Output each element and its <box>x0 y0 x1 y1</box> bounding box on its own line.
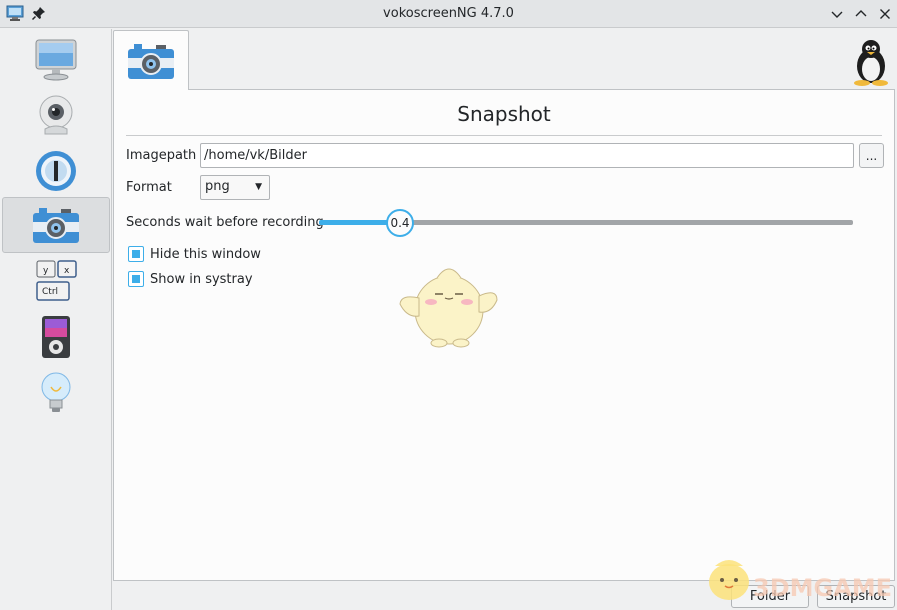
imagepath-input[interactable] <box>200 143 854 168</box>
monitor-icon <box>35 39 77 81</box>
hide-window-checkbox[interactable] <box>128 246 144 262</box>
camera-icon <box>33 208 79 243</box>
sidebar-item-media[interactable] <box>2 309 110 365</box>
hide-window-label[interactable]: Hide this window <box>150 247 261 262</box>
sidebar-item-keys[interactable]: y x Ctrl <box>2 253 110 309</box>
sidebar-item-player[interactable] <box>2 143 110 199</box>
svg-text:Ctrl: Ctrl <box>42 287 58 297</box>
svg-text:y: y <box>43 266 49 276</box>
sidebar: y x Ctrl <box>0 29 112 610</box>
minimize-icon[interactable] <box>829 6 845 22</box>
tab-snapshot[interactable] <box>113 30 189 90</box>
keyboard-keys-icon: y x Ctrl <box>36 260 77 301</box>
page-title: Snapshot <box>457 102 551 126</box>
webcam-icon <box>39 95 73 135</box>
dropdown-arrow-icon: ▼ <box>255 182 262 192</box>
sidebar-item-info[interactable] <box>2 365 110 421</box>
lightbulb-icon <box>41 372 71 412</box>
window-title: vokoscreenNG 4.7.0 <box>383 6 514 21</box>
tux-logo-icon <box>854 40 888 86</box>
wait-label: Seconds wait before recording <box>126 215 324 230</box>
imagepath-label: Imagepath <box>126 148 197 163</box>
format-label: Format <box>126 180 172 195</box>
folder-button[interactable]: Folder <box>731 585 809 608</box>
media-player-icon <box>42 316 70 358</box>
svg-text:x: x <box>64 266 70 276</box>
browse-button[interactable]: ... <box>859 143 884 168</box>
wait-slider-handle[interactable]: 0.4 <box>386 209 414 237</box>
title-bar: vokoscreenNG 4.7.0 <box>0 0 897 28</box>
systray-label[interactable]: Show in systray <box>150 272 253 287</box>
maximize-icon[interactable] <box>853 6 869 22</box>
snapshot-button[interactable]: Snapshot <box>817 585 895 608</box>
format-value: png <box>205 179 230 194</box>
sidebar-item-screencast[interactable] <box>2 31 110 87</box>
close-icon[interactable] <box>877 6 893 22</box>
sidebar-item-snapshot[interactable] <box>2 197 110 253</box>
title-divider <box>126 135 882 136</box>
format-select[interactable]: png ▼ <box>200 175 270 200</box>
player-icon <box>36 151 76 191</box>
systray-checkbox[interactable] <box>128 271 144 287</box>
slider-track[interactable] <box>399 220 853 225</box>
sidebar-item-camera[interactable] <box>2 87 110 143</box>
camera-icon <box>128 43 174 79</box>
snapshot-panel: Snapshot Imagepath ... Format png ▼ Seco… <box>113 89 895 581</box>
mascot-icon <box>399 268 498 348</box>
